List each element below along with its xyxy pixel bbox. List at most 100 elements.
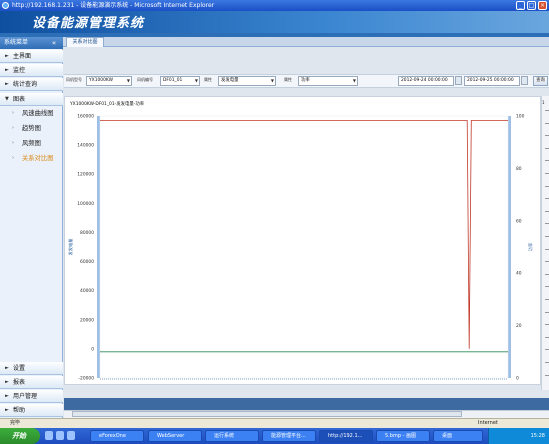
y-right-tick-label: 0	[516, 376, 519, 382]
chevron-down-icon: ▼	[194, 78, 198, 83]
calendar-icon[interactable]	[521, 76, 528, 85]
right-strip-tick	[545, 362, 549, 363]
close-button[interactable]: ×	[538, 1, 547, 10]
quick-launch-icon[interactable]	[45, 431, 53, 440]
sidebar-item-label: 设置	[13, 365, 26, 372]
plot-area	[99, 115, 509, 379]
quick-launch-icon[interactable]	[56, 431, 64, 440]
sidebar-item-users[interactable]: ► 用户管理	[0, 390, 63, 403]
attr1-value: 发发电量	[221, 78, 239, 83]
sidebar-item-home[interactable]: ► 主界面	[0, 50, 63, 63]
quick-launch-icon[interactable]	[67, 431, 75, 440]
device-value: DF01_01	[163, 78, 183, 83]
right-strip-tick	[545, 122, 549, 124]
status-text: 完毕	[10, 420, 21, 426]
query-button[interactable]: 查询	[533, 76, 548, 86]
right-strip-tick	[545, 236, 549, 237]
sidebar-subitem-label: 风频图	[22, 140, 41, 147]
chevron-down-icon: ▼	[126, 78, 130, 83]
chevron-right-icon: ►	[5, 379, 9, 385]
task-webserver[interactable]: WebServer	[148, 430, 202, 442]
left-axis-bar	[97, 116, 100, 378]
right-strip-tick	[545, 210, 549, 212]
model-select[interactable]: YX1000KW ▼	[86, 76, 132, 86]
sidebar-item-statistics[interactable]: ► 统计查询	[0, 78, 63, 91]
task-desktop[interactable]: 桌面	[433, 430, 483, 442]
ie-icon	[2, 2, 9, 9]
task-eforexone[interactable]: eForexOne	[90, 430, 144, 442]
minimize-button[interactable]: _	[516, 1, 525, 10]
sidebar-item-monitor[interactable]: ► 监控	[0, 64, 63, 77]
tab-strip	[63, 37, 549, 47]
chevron-right-icon: ►	[5, 67, 9, 73]
maximize-button[interactable]: □	[527, 1, 536, 10]
sidebar-item-label: 主界面	[13, 53, 32, 60]
clock: 15:28	[530, 433, 545, 439]
y-right-tick-label: 20	[516, 323, 522, 329]
y-left-tick-label: 160000	[77, 114, 94, 120]
sidebar-item-reports[interactable]: ► 报表	[0, 376, 63, 389]
start-date-input[interactable]: 2012-09-24 00:00:00	[398, 76, 454, 86]
y-left-tick-label: 140000	[77, 143, 94, 149]
chevron-down-icon: ▼	[5, 96, 9, 102]
relation-chart: 160000 140000 120000 100000 80000 60000 40000 2…	[67, 114, 534, 382]
task-runtime-system[interactable]: 运行系统	[205, 430, 259, 442]
chevron-right-icon: ►	[5, 53, 9, 59]
right-strip-tick	[545, 349, 549, 351]
device-label: 风机编号	[137, 77, 153, 82]
sidebar-item-charts[interactable]: ▼ 图表	[0, 93, 63, 106]
sidebar-item-help[interactable]: ► 帮助	[0, 404, 63, 417]
attr2-select[interactable]: 功率 ▼	[298, 76, 358, 86]
y-left-tick-label: -20000	[78, 376, 94, 382]
chevron-down-icon: ▼	[270, 78, 274, 83]
right-strip-tick	[545, 261, 549, 263]
chevron-right-icon: ›	[12, 155, 14, 161]
start-button[interactable]: 开始	[0, 428, 40, 444]
y-left-tick-label: 80000	[80, 230, 94, 236]
y-left-tick-label: 0	[91, 346, 94, 352]
task-energy-platform[interactable]: 能源管理平台...	[262, 430, 316, 442]
right-strip-tick	[545, 135, 549, 137]
calendar-icon[interactable]	[455, 76, 462, 85]
y-right-axis-label: 功率	[527, 243, 534, 251]
sidebar-subitem-trend[interactable]: › 趋势图	[0, 121, 63, 136]
task-paint[interactable]: 5.bmp - 画图	[376, 430, 430, 442]
right-strip-tick	[545, 248, 549, 250]
right-strip-tick	[545, 336, 549, 338]
right-strip-tick	[545, 173, 549, 174]
sidebar-subitem-label: 关系对比图	[22, 155, 54, 162]
right-strip-tick	[545, 223, 549, 225]
sidebar-subitem-relation-compare[interactable]: › 关系对比图	[0, 151, 63, 166]
sidebar-subitem-label: 趋势图	[22, 125, 41, 132]
sidebar-title: 系统菜单	[4, 39, 29, 46]
scrollbar-thumb[interactable]	[72, 411, 462, 417]
chevron-right-icon: ►	[5, 407, 9, 413]
attr2-value: 功率	[301, 78, 310, 83]
task-ie-window[interactable]: http://192.1...	[319, 430, 373, 442]
bottom-bar	[64, 398, 549, 410]
sidebar-item-settings[interactable]: ► 设置	[0, 362, 63, 375]
sidebar-subitem-label: 风速曲线图	[22, 110, 54, 117]
attr1-select[interactable]: 发发电量 ▼	[218, 76, 276, 86]
tab-relation-compare[interactable]: 关系对比图	[66, 37, 104, 47]
right-strip-tick	[545, 185, 549, 187]
end-date-input[interactable]: 2012-09-25 00:00:00	[464, 76, 520, 86]
app-title: 设备能源管理系统	[32, 16, 145, 31]
chevron-right-icon: ►	[5, 81, 9, 87]
right-strip-tick	[545, 160, 549, 162]
y-right-tick-label: 40	[516, 271, 522, 277]
sidebar-subitem-wind-speed-curve[interactable]: › 风速曲线图	[0, 106, 63, 121]
sidebar-item-label: 监控	[13, 67, 26, 74]
start-date-value: 2012-09-24 00:00:00	[401, 78, 448, 83]
window-title: http://192.168.1.231 - 设备能源演示系统 - Micros…	[12, 2, 215, 9]
end-date-value: 2012-09-25 00:00:00	[467, 78, 514, 83]
right-strip-tick	[545, 299, 549, 300]
sidebar-subitem-wind-frequency[interactable]: › 风频图	[0, 136, 63, 151]
attr2-label: 属性	[284, 77, 292, 82]
right-strip-tick	[545, 374, 549, 376]
device-select[interactable]: DF01_01 ▼	[160, 76, 200, 86]
y-right-tick-label: 60	[516, 218, 522, 224]
y-right-tick-label: 100	[516, 114, 525, 120]
sidebar-collapse-icon[interactable]: «	[49, 38, 59, 48]
chevron-right-icon: ►	[5, 393, 9, 399]
